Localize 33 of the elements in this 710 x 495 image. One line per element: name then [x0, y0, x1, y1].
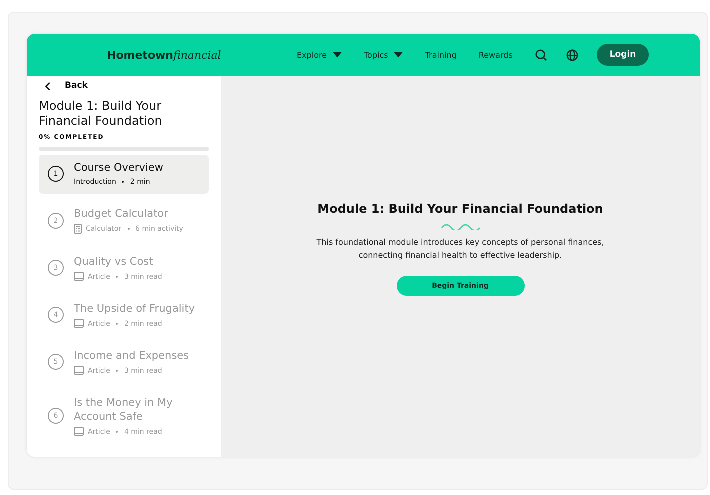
caret-icon — [333, 52, 342, 58]
separator-dot — [116, 276, 118, 278]
back-link[interactable]: Back — [39, 76, 88, 91]
search-icon[interactable] — [534, 48, 548, 62]
book-icon — [74, 366, 84, 375]
book-icon — [74, 427, 84, 436]
globe-icon[interactable] — [566, 48, 579, 62]
calculator-icon — [74, 224, 82, 234]
separator-dot — [116, 322, 118, 324]
nav-link[interactable]: Training — [425, 50, 457, 60]
lesson-title: Is the Money in My Account Safe — [74, 396, 174, 424]
separator-dot — [122, 181, 124, 183]
separator-dot — [116, 370, 118, 372]
lesson-title: Course Overview — [74, 161, 164, 175]
book-icon — [74, 319, 84, 328]
module-description: This foundational module introduces key concepts of personal finances, connecting financial health to effective leadership. — [316, 237, 606, 262]
wave-icon — [440, 222, 480, 230]
lesson-title: Budget Calculator — [74, 207, 170, 221]
module-heading: Module 1: Build Your Financial Foundation — [318, 202, 604, 216]
lesson-title: Income and Expenses — [74, 349, 190, 363]
lesson-title: Quality vs Cost — [74, 255, 154, 269]
login-button[interactable]: Login — [596, 44, 650, 66]
nav-link[interactable]: Topics — [364, 50, 404, 60]
module-title: Module 1: Build Your Financial Foundation — [39, 99, 164, 129]
book-icon — [74, 272, 84, 281]
chevron-left-icon — [45, 82, 51, 90]
nav-link[interactable]: Explore — [297, 50, 342, 60]
logo[interactable]: Hometownfinancial — [107, 48, 297, 62]
lesson-title: The Upside of Frugality — [74, 302, 196, 316]
separator-dot — [116, 430, 118, 432]
separator-dot — [128, 228, 130, 230]
caret-icon — [394, 52, 404, 58]
nav-link[interactable]: Rewards — [478, 50, 513, 60]
